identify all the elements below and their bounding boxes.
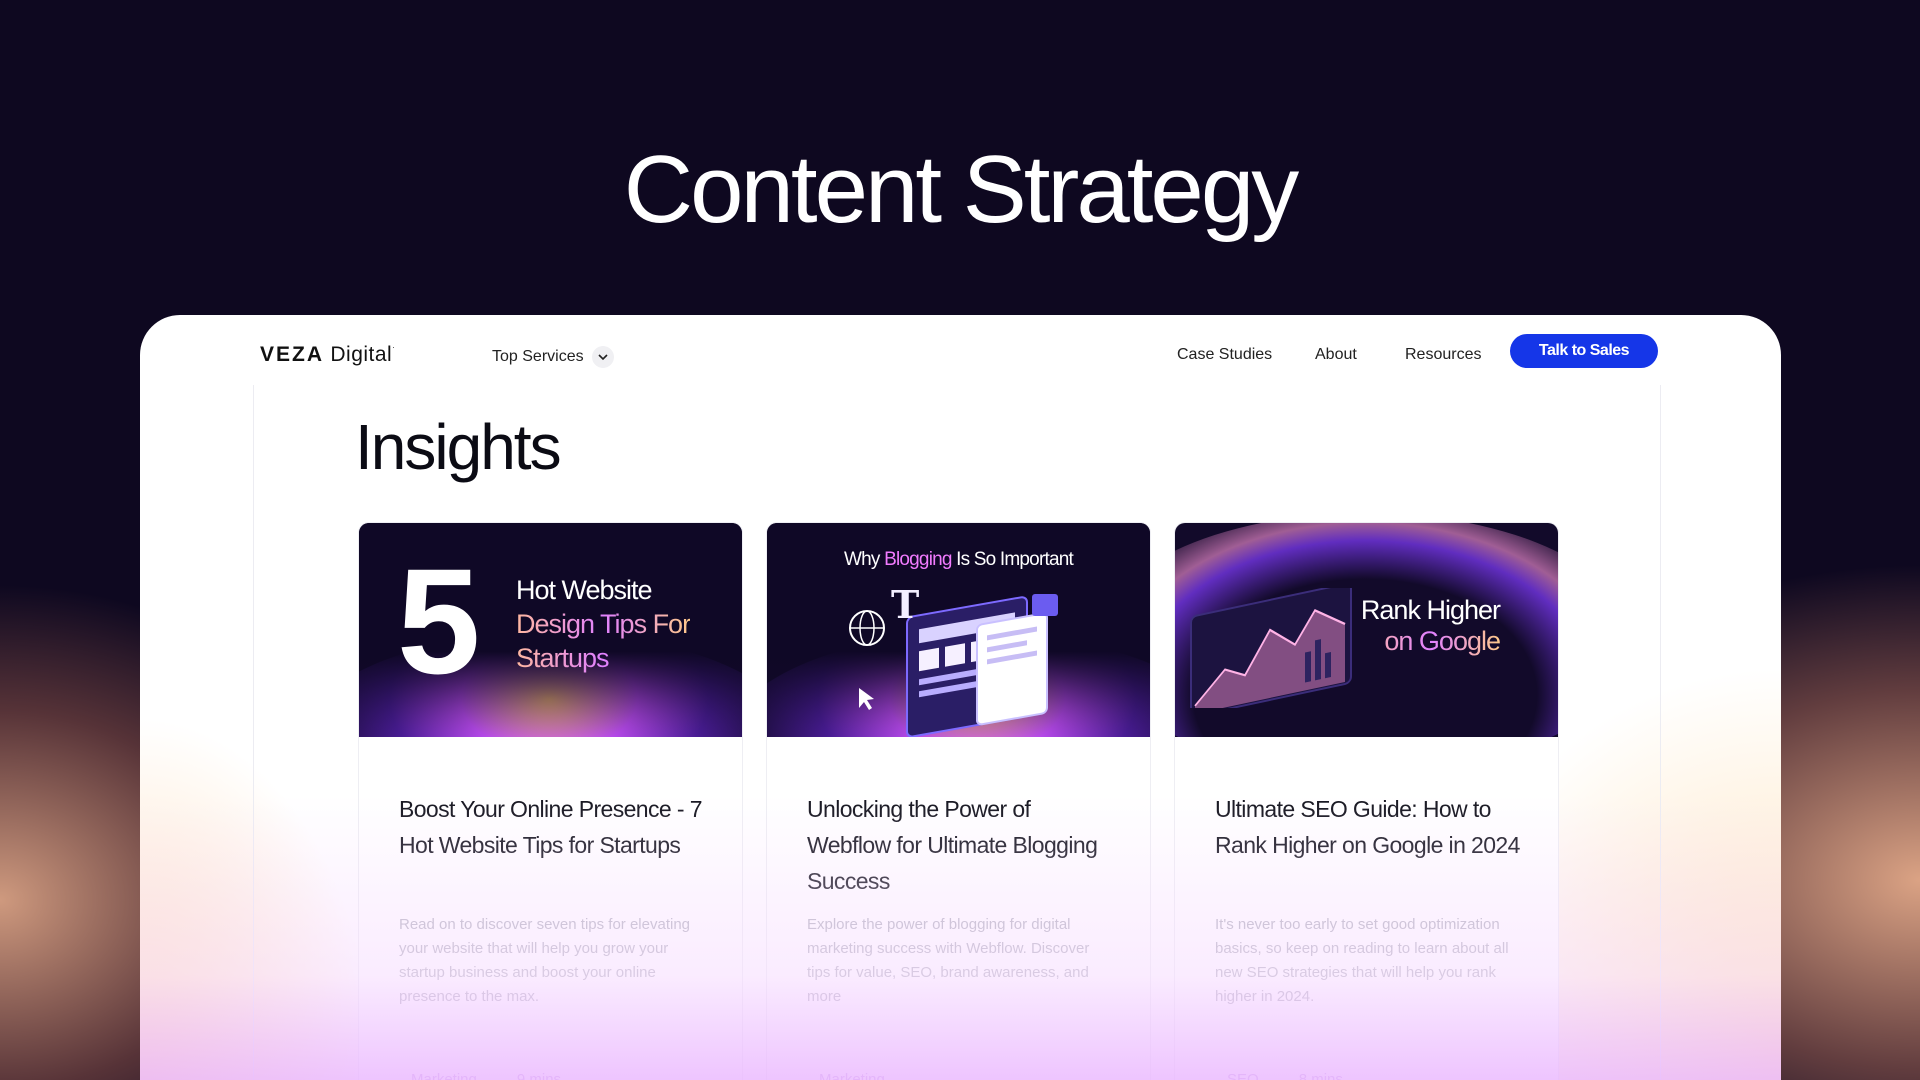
category-tag[interactable]: Marketing — [411, 1071, 477, 1080]
article-card[interactable]: 5 Hot Website Design Tips For Startups B… — [359, 523, 742, 1080]
thumbnail-caption: Rank Higher on Google — [1360, 595, 1501, 657]
logo-wordmark: Digital — [330, 343, 393, 366]
article-title[interactable]: Ultimate SEO Guide: How to Rank Higher o… — [1215, 791, 1525, 863]
thumbnail-line: Design Tips For — [516, 609, 691, 639]
category-tag[interactable]: Marketing — [819, 1071, 885, 1080]
talk-to-sales-button[interactable]: Talk to Sales — [1510, 334, 1658, 368]
article-title[interactable]: Unlocking the Power of Webflow for Ultim… — [807, 791, 1117, 899]
page-title: Insights — [355, 411, 562, 483]
nav-resources[interactable]: Resources — [1405, 346, 1481, 364]
website-frame: VEZA Digital· Top Services Case Studies … — [140, 315, 1781, 1080]
layout-guide — [253, 385, 254, 1080]
nav-top-services-label: Top Services — [492, 348, 584, 365]
logo[interactable]: VEZA Digital· — [260, 343, 395, 367]
navbar: VEZA Digital· Top Services Case Studies … — [140, 333, 1781, 377]
article-thumbnail[interactable]: 5 Hot Website Design Tips For Startups — [359, 523, 742, 737]
thumbnail-highlight: Blogging — [884, 549, 952, 570]
read-time: 8 mins — [1298, 1071, 1343, 1080]
article-card[interactable]: Why Blogging Is So Important T Unlocking… — [767, 523, 1150, 1080]
hero-title: Content Strategy — [623, 136, 1299, 243]
article-meta: SEO 8 mins — [1227, 1071, 1343, 1080]
thumbnail-number: 5 — [397, 537, 481, 705]
chevron-down-icon[interactable] — [591, 346, 614, 368]
article-meta: Marketing — [819, 1071, 885, 1080]
decor-glow-left — [140, 715, 380, 1080]
category-tag[interactable]: SEO — [1227, 1071, 1259, 1080]
nav-case-studies[interactable]: Case Studies — [1177, 346, 1272, 364]
logo-dot: · — [392, 343, 396, 352]
article-card[interactable]: Rank Higher on Google Ultimate SEO Guide… — [1175, 523, 1558, 1080]
layout-guide — [1660, 385, 1661, 1080]
thumbnail-line: Startups — [516, 641, 690, 675]
thumbnail-text: Why — [844, 549, 885, 570]
article-description: Explore the power of blogging for digita… — [807, 916, 1090, 1005]
thumbnail-text: Is So Important — [951, 549, 1074, 570]
read-time: 9 mins — [516, 1071, 562, 1080]
chart-illustration — [1190, 588, 1352, 708]
article-meta: Marketing 9 mins — [411, 1071, 561, 1080]
thumbnail-line: Rank Higher — [1360, 595, 1501, 625]
blog-illustration: T — [849, 588, 1058, 737]
nav-about[interactable]: About — [1315, 346, 1357, 364]
thumbnail-caption: Hot Website Design Tips For Startups — [516, 573, 691, 675]
thumbnail-line: on Google — [1361, 626, 1501, 657]
article-thumbnail[interactable]: Rank Higher on Google — [1175, 523, 1558, 737]
article-description: Read on to discover seven tips for eleva… — [399, 916, 690, 1005]
article-description: It's never too early to set good optimiz… — [1215, 916, 1509, 1005]
article-title[interactable]: Boost Your Online Presence - 7 Hot Websi… — [399, 791, 709, 863]
logo-mark: VEZA — [260, 343, 325, 366]
thumbnail-caption: Why Blogging Is So Important — [767, 549, 1150, 571]
svg-text:T: T — [891, 588, 919, 627]
nav-top-services[interactable]: Top Services — [492, 346, 614, 368]
article-thumbnail[interactable]: Why Blogging Is So Important T — [767, 523, 1150, 737]
thumbnail-line: Hot Website — [516, 575, 653, 605]
